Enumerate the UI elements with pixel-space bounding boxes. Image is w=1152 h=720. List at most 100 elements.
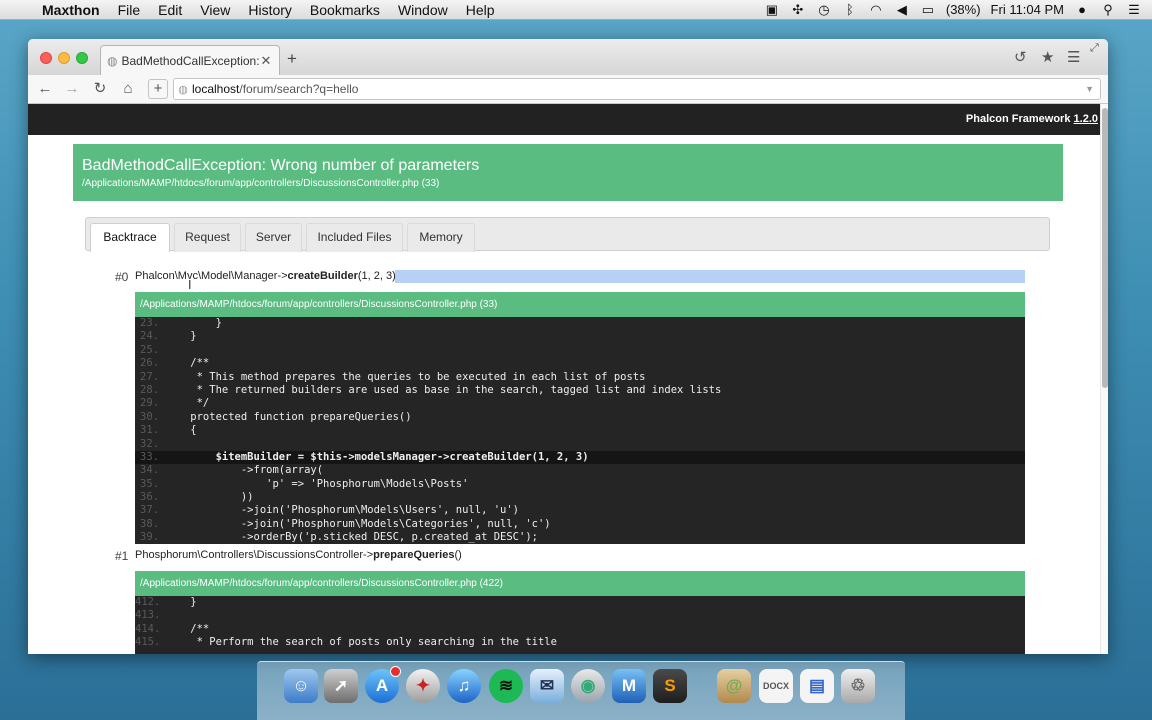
page-content: Phalcon Framework 1.2.0 BadMethodCallExc…	[28, 104, 1100, 654]
code-line: 25.	[140, 343, 159, 356]
code-line-current: 33. $itemBuilder = $this->modelsManager-…	[135, 450, 1025, 465]
document-stack-icon[interactable]: ▤	[800, 669, 834, 703]
sublime-text-icon[interactable]: S	[653, 669, 687, 703]
tab-request[interactable]: Request	[174, 223, 241, 252]
code-line: 28. * The returned builders are used as …	[140, 383, 722, 396]
scrollbar-thumb[interactable]	[1102, 108, 1108, 388]
code-line: 412. }	[135, 596, 197, 608]
browser-tab[interactable]: ◍ BadMethodCallException: W ✕	[100, 45, 280, 75]
menu-bookmarks[interactable]: Bookmarks	[301, 2, 389, 18]
clock[interactable]: Fri 11:04 PM	[991, 2, 1064, 17]
trace-args: ()	[454, 549, 462, 561]
tab-server[interactable]: Server	[245, 223, 302, 252]
code-line: 415. * Perform the search of posts only …	[135, 636, 557, 649]
wifi-icon[interactable]: ◠	[868, 2, 884, 17]
close-window-button[interactable]	[40, 52, 52, 64]
docx-file-icon[interactable]: DOCX	[759, 669, 793, 703]
menu-file[interactable]: File	[109, 2, 150, 18]
dock: ☺ ➚ A ✦ ♫ ≋ ✉ ◉ M S @ DOCX ▤ ♲	[257, 661, 905, 720]
menu-edit[interactable]: Edit	[149, 2, 191, 18]
url-path: /forum/search?q=hello	[239, 82, 359, 96]
code-line: 413.	[135, 609, 161, 622]
menu-icon[interactable]: ☰	[1067, 48, 1080, 66]
code-line: 26. /**	[140, 357, 210, 370]
globe-icon: ◍	[107, 53, 118, 68]
menu-view[interactable]: View	[191, 2, 239, 18]
maximize-window-button[interactable]	[76, 52, 88, 64]
status-area: ▣ ✣ ◷ ᛒ ◠ ◀ ▭ (38%) Fri 11:04 PM ● ⚲ ☰	[764, 2, 1152, 17]
minimize-window-button[interactable]	[58, 52, 70, 64]
code-line: 31. {	[140, 424, 197, 437]
framework-label: Phalcon Framework	[965, 113, 1071, 125]
code-line: 39. ->orderBy('p.sticked DESC, p.created…	[140, 531, 538, 544]
bluetooth-icon[interactable]: ᛒ	[842, 2, 858, 17]
screen-record-icon[interactable]: ▣	[764, 2, 780, 17]
code-line: 32.	[140, 437, 159, 450]
error-banner: BadMethodCallException: Wrong number of …	[73, 144, 1063, 201]
code-line: 34. ->from(array(	[140, 464, 324, 477]
url-dropdown-icon[interactable]: ▼	[1085, 84, 1100, 94]
code-line: 35. 'p' => 'Phosphorum\Models\Posts'	[140, 477, 469, 490]
trace-file-header: /Applications/MAMP/htdocs/forum/app/cont…	[135, 571, 1025, 596]
framework-version-link[interactable]: 1.2.0	[1074, 113, 1098, 125]
trace-call[interactable]: Phosphorum\Controllers\DiscussionsContro…	[135, 549, 462, 561]
user-icon[interactable]: ●	[1074, 2, 1090, 17]
code-line: 30. protected function prepareQueries()	[140, 410, 412, 423]
code-line: 24. }	[140, 330, 197, 343]
menu-window[interactable]: Window	[389, 2, 457, 18]
chrome-icon[interactable]: ◉	[571, 669, 605, 703]
sync-icon[interactable]: ✣	[790, 2, 806, 17]
code-line: 29. */	[140, 397, 210, 410]
tab-memory[interactable]: Memory	[407, 223, 475, 252]
home-icon[interactable]: ⌂	[118, 79, 138, 99]
menu-app-name[interactable]: Maxthon	[40, 2, 109, 18]
mail-icon[interactable]: ✉	[530, 669, 564, 703]
title-bar: ◍ BadMethodCallException: W ✕ + ↺ ★ ☰ ⤢	[28, 39, 1108, 75]
trace-class: Phalcon\Mvc\Model\Manager->	[135, 270, 288, 282]
launchpad-icon[interactable]: ➚	[324, 669, 358, 703]
back-icon[interactable]: ←	[35, 79, 55, 99]
safari-icon[interactable]: ✦	[406, 669, 440, 703]
selection-highlight	[395, 270, 1025, 283]
contacts-icon[interactable]: @	[717, 669, 751, 703]
add-icon[interactable]: +	[148, 79, 168, 99]
itunes-icon[interactable]: ♫	[447, 669, 481, 703]
search-icon[interactable]: ⚲	[1100, 2, 1116, 17]
trace-number: #0	[115, 270, 129, 284]
text-cursor-icon: I	[188, 278, 192, 292]
address-bar[interactable]: ◍ localhost /forum/search?q=hello ▼	[173, 78, 1101, 100]
battery-icon[interactable]: ▭	[920, 2, 936, 17]
page-icon: ◍	[178, 83, 188, 96]
close-tab-icon[interactable]: ✕	[259, 53, 273, 69]
debug-tabs: Backtrace Request Server Included Files …	[85, 217, 1050, 252]
time-machine-icon[interactable]: ◷	[816, 2, 832, 17]
trace-call[interactable]: Phalcon\Mvc\Model\Manager->createBuilder…	[135, 270, 396, 282]
reload-icon[interactable]: ↻	[90, 79, 110, 99]
volume-icon[interactable]: ◀	[894, 2, 910, 17]
maxthon-icon[interactable]: M	[612, 669, 646, 703]
list-icon[interactable]: ☰	[1126, 2, 1142, 17]
undo-icon[interactable]: ↺	[1014, 48, 1027, 66]
menu-history[interactable]: History	[239, 2, 301, 18]
notification-badge	[390, 666, 401, 677]
finder-icon[interactable]: ☺	[284, 669, 318, 703]
menu-help[interactable]: Help	[457, 2, 504, 18]
tab-included-files[interactable]: Included Files	[306, 223, 403, 252]
code-line: 27. * This method prepares the queries t…	[140, 370, 646, 383]
new-tab-button[interactable]: +	[287, 49, 297, 69]
battery-percent: (38%)	[945, 2, 981, 17]
tab-backtrace[interactable]: Backtrace	[90, 223, 170, 252]
error-path: /Applications/MAMP/htdocs/forum/app/cont…	[82, 178, 440, 189]
forward-icon[interactable]: →	[62, 79, 82, 99]
code-line: 36. ))	[140, 491, 254, 504]
scrollbar[interactable]	[1100, 104, 1108, 654]
spotify-icon[interactable]: ≋	[489, 669, 523, 703]
code-line: 414. /**	[135, 622, 210, 635]
star-icon[interactable]: ★	[1041, 48, 1054, 66]
menu-bar: Maxthon File Edit View History Bookmarks…	[0, 0, 1152, 20]
code-line: 38. ->join('Phosphorum\Models\Categories…	[140, 517, 551, 530]
fullscreen-icon[interactable]: ⤢	[1090, 42, 1099, 55]
trash-icon[interactable]: ♲	[841, 669, 875, 703]
trace-args: (1, 2, 3)	[357, 270, 396, 282]
trace-class: Phosphorum\Controllers\DiscussionsContro…	[135, 549, 374, 561]
